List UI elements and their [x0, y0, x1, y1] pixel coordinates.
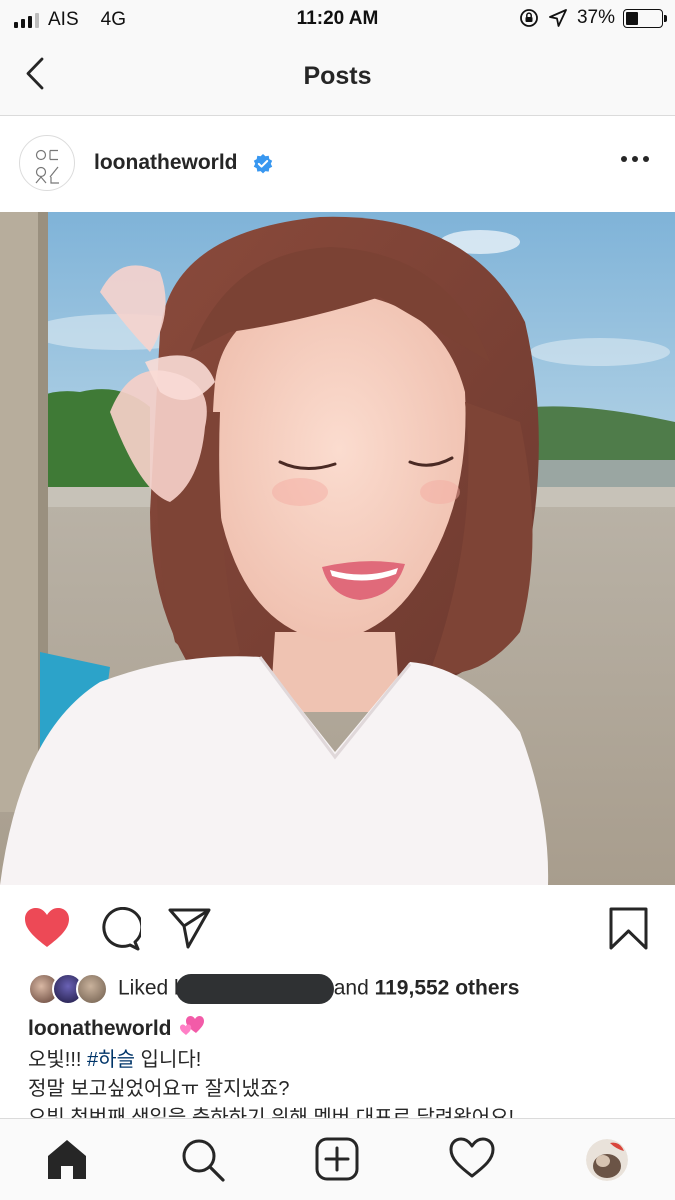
- two-hearts-emoji-icon: [178, 1013, 206, 1046]
- like-heart-icon[interactable]: [24, 907, 70, 954]
- activity-heart-icon[interactable]: [449, 1137, 495, 1184]
- profile-avatar[interactable]: [586, 1139, 628, 1181]
- battery-icon: [623, 8, 667, 28]
- likes-summary[interactable]: Liked b and 119,552 others: [28, 972, 519, 1006]
- orientation-lock-icon: [520, 9, 538, 27]
- post-caption: loonatheworld 오빛!!! #하슬 입니다! 정말 보고싶었어요ㅠ …: [28, 1013, 658, 1133]
- page-title: Posts: [303, 62, 372, 90]
- search-icon[interactable]: [180, 1137, 226, 1188]
- new-post-icon[interactable]: [315, 1137, 359, 1186]
- likes-and: and: [333, 976, 369, 1000]
- comment-icon[interactable]: [97, 906, 144, 956]
- home-icon[interactable]: [45, 1137, 89, 1186]
- battery-percentage: 37%: [576, 7, 615, 28]
- account-avatar-logo[interactable]: [19, 135, 75, 191]
- save-bookmark-icon[interactable]: [609, 907, 649, 956]
- more-options-icon[interactable]: [621, 156, 649, 162]
- caption-line1-start: 오빛!!!: [28, 1049, 82, 1071]
- verified-badge-icon: [252, 153, 274, 180]
- share-direct-icon[interactable]: [168, 907, 212, 954]
- caption-line1-end: 입니다!: [140, 1049, 202, 1071]
- loona-logo-icon: [35, 149, 59, 184]
- avatar: [76, 973, 108, 1005]
- status-bar: AIS 4G 11:20 AM 37%: [0, 0, 675, 38]
- caption-hashtag[interactable]: #하슬: [87, 1049, 135, 1071]
- post-photo[interactable]: [0, 212, 675, 885]
- bottom-tab-bar: [0, 1118, 675, 1200]
- location-arrow-icon: [549, 9, 567, 27]
- likes-count[interactable]: 119,552 others: [375, 977, 520, 1000]
- redacted-username: [175, 974, 334, 1004]
- post-username[interactable]: loonatheworld: [94, 151, 238, 175]
- post-actions: [0, 885, 675, 965]
- likes-text: Liked b and 119,552 others: [118, 974, 519, 1004]
- caption-username[interactable]: loonatheworld: [28, 1017, 172, 1040]
- post-header: loonatheworld: [0, 116, 675, 212]
- liker-avatars: [28, 973, 112, 1005]
- caption-line2: 정말 보고싶었어요ㅠ 잘지냈죠?: [28, 1078, 290, 1100]
- nav-header: Posts: [0, 38, 675, 116]
- portrait-photo-image: [0, 212, 675, 885]
